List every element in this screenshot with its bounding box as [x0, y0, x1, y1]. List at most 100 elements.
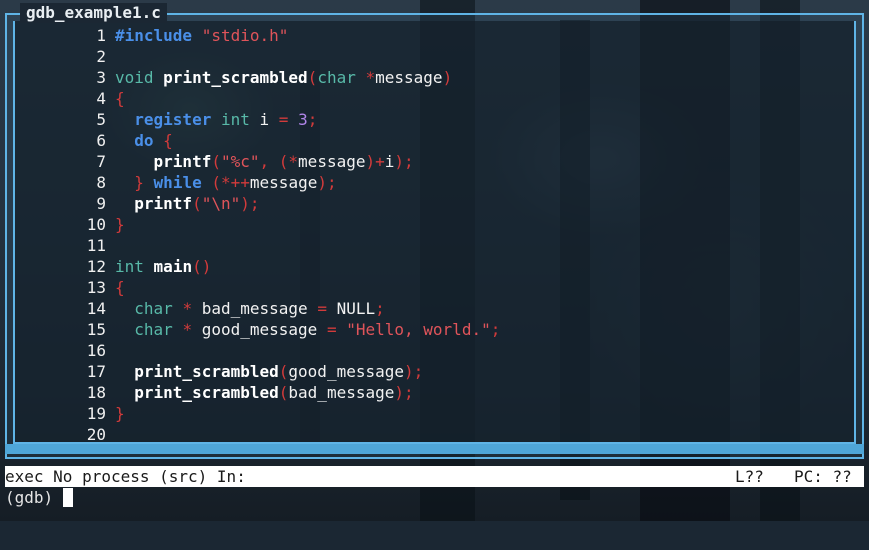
source-line[interactable]: 2	[14, 46, 854, 67]
source-line[interactable]: 9 printf("\n");	[14, 193, 854, 214]
code-token: print_scrambled	[134, 362, 279, 381]
code-token: message	[298, 152, 366, 171]
code-token: main	[153, 257, 193, 276]
code-token: i	[384, 152, 395, 171]
source-line[interactable]: 4{	[14, 88, 854, 109]
source-line[interactable]: 16	[14, 340, 854, 361]
line-number: 16	[86, 341, 106, 360]
line-number: 9	[96, 194, 106, 213]
source-line[interactable]: 1 #include "stdio.h"	[14, 25, 854, 46]
line-number: 6	[96, 131, 106, 150]
gdb-command-input[interactable]	[72, 487, 473, 508]
code-token: print_scrambled	[134, 383, 279, 402]
line-number: 15	[86, 320, 106, 339]
line-number: 13	[86, 278, 106, 297]
code-token: char	[134, 299, 173, 318]
code-token: good_message	[192, 320, 327, 339]
code-token: );	[394, 152, 414, 171]
code-token: NULL	[326, 299, 376, 318]
line-number: 4	[96, 89, 106, 108]
code-token: "%c"	[220, 152, 260, 171]
code-token: (	[211, 152, 221, 171]
line-number: 12	[86, 257, 106, 276]
code-token: (	[278, 152, 289, 171]
code-token: do	[134, 131, 154, 150]
code-token: message	[249, 173, 318, 192]
line-number: 7	[96, 152, 106, 171]
code-token: while	[153, 173, 202, 192]
code-token: (	[192, 194, 202, 213]
code-token: =	[317, 299, 327, 318]
code-token: *	[365, 68, 376, 87]
gdb-console[interactable]: (gdb)	[5, 487, 864, 508]
source-line[interactable]: 20	[14, 424, 854, 445]
source-line[interactable]: 19}	[14, 403, 854, 424]
code-token: }	[115, 404, 125, 423]
source-line[interactable]: 13 {	[14, 277, 854, 298]
source-line[interactable]: 5 register int i = 3;	[14, 109, 854, 130]
source-line[interactable]: 7 printf("%c", (*message)+i);	[14, 151, 854, 172]
source-line[interactable]: 17 print_scrambled(good_message);	[14, 361, 854, 382]
code-token: int	[220, 110, 250, 129]
code-token: }	[115, 215, 125, 234]
code-token: (	[211, 173, 221, 192]
code-token: char	[134, 320, 173, 339]
source-line[interactable]: 12 int main()	[14, 256, 854, 277]
source-line[interactable]: 18 print_scrambled(bad_message);	[14, 382, 854, 403]
code-token: *	[182, 299, 193, 318]
code-token: }	[134, 173, 144, 192]
status-exec-info: exec No process (src) In:	[5, 467, 246, 486]
code-token: );	[240, 194, 260, 213]
code-token: good_message	[288, 362, 404, 381]
line-number: 18	[86, 383, 106, 402]
code-token: {	[115, 89, 125, 108]
code-token: ;	[307, 110, 318, 129]
line-number: 8	[96, 173, 106, 192]
code-token: =	[278, 110, 289, 129]
code-token: *	[288, 152, 299, 171]
line-number: 14	[86, 299, 106, 318]
code-token: ;	[490, 320, 501, 339]
source-line[interactable]: 8 } while (*++message);	[14, 172, 854, 193]
source-line[interactable]: 10}	[14, 214, 854, 235]
status-bar: exec No process (src) In: L?? PC: ??	[5, 466, 864, 487]
source-line[interactable]: 3 void print_scrambled(char *message)	[14, 67, 854, 88]
source-window-title: gdb_example1.c	[20, 3, 167, 23]
code-token: register	[134, 110, 212, 129]
source-line[interactable]: 15 char * good_message = "Hello, world."…	[14, 319, 854, 340]
code-token: ()	[192, 257, 212, 276]
source-line[interactable]: 11	[14, 235, 854, 256]
code-token: ;	[375, 299, 385, 318]
code-token: );	[394, 383, 414, 402]
source-code-view[interactable]: 1 #include "stdio.h" 2 3 void print_scramble…	[14, 25, 854, 445]
code-token: printf	[153, 152, 212, 171]
source-line[interactable]: 6 do {	[14, 130, 854, 151]
line-number: 10	[86, 215, 106, 234]
line-number: 1	[96, 26, 106, 45]
line-number: 3	[96, 68, 106, 87]
source-line[interactable]: 14 char * bad_message = NULL;	[14, 298, 854, 319]
line-number: 17	[86, 362, 106, 381]
code-token: bad_message	[192, 299, 318, 318]
status-line-number: L??	[735, 467, 764, 486]
code-token: )	[442, 68, 453, 87]
code-token: *++	[221, 173, 250, 192]
code-token: printf	[134, 194, 193, 213]
code-token: {	[163, 131, 173, 150]
